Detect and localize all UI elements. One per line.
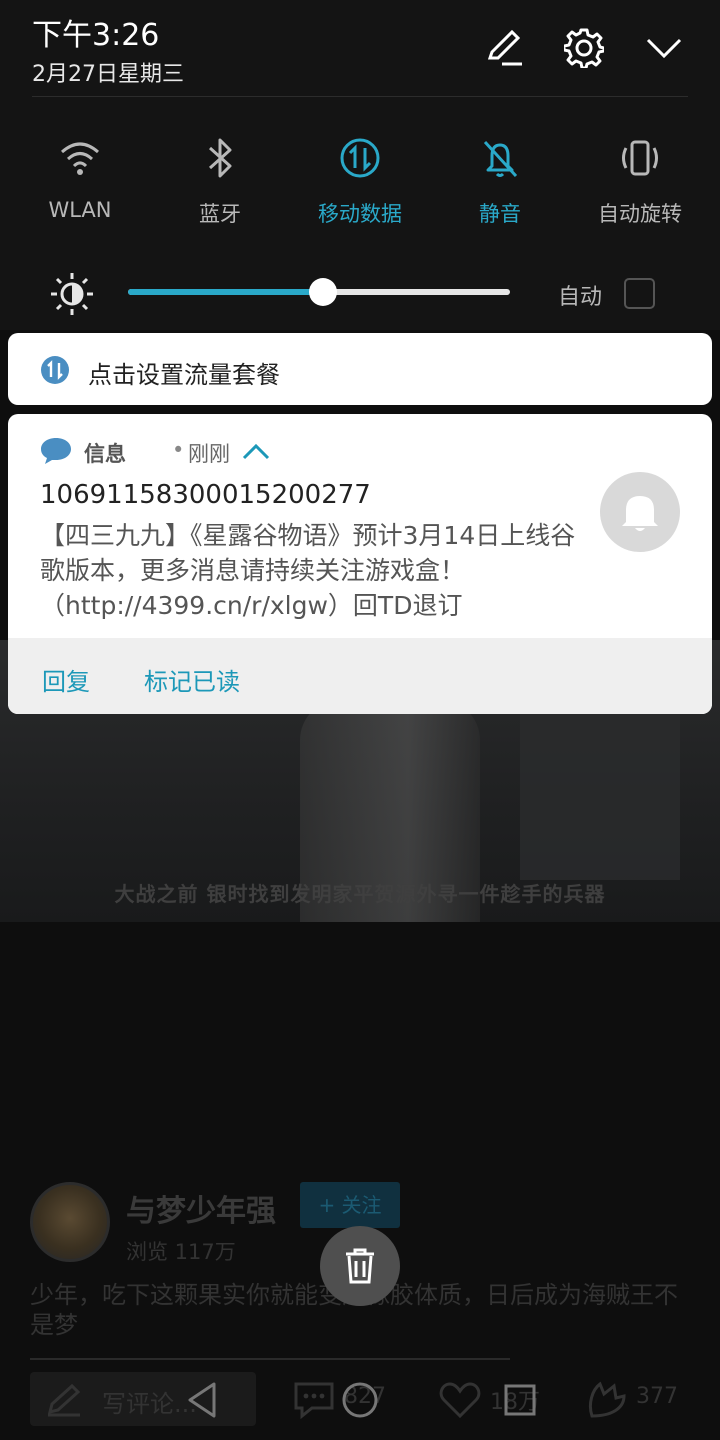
pen-icon	[47, 1383, 81, 1417]
view-count: 浏览 117万	[126, 1240, 236, 1264]
auto-brightness-label: 自动	[558, 285, 603, 310]
header-divider	[32, 96, 688, 97]
auto-brightness-checkbox[interactable]	[624, 278, 655, 309]
tile-mute[interactable]: 静音	[430, 136, 570, 236]
collapse-icon[interactable]	[644, 28, 684, 68]
tile-wlan[interactable]: WLAN	[10, 136, 150, 236]
app-name: 信息	[84, 442, 126, 466]
brightness-icon	[51, 273, 93, 315]
wifi-icon	[61, 142, 99, 175]
share-icon	[588, 1381, 626, 1418]
tile-mobile-data[interactable]: 移动数据	[290, 136, 430, 236]
brightness-fill	[128, 289, 323, 295]
chevron-up-icon[interactable]	[242, 442, 270, 460]
data-plan-text: 点击设置流量套餐	[88, 361, 280, 389]
tile-auto-rotate[interactable]: 自动旋转	[570, 136, 710, 236]
timestamp: 刚刚	[188, 442, 230, 466]
message-notification[interactable]: 信息 • 刚刚 10691158300015200277 【四三九九】《星露谷物…	[8, 414, 712, 714]
tile-label: 静音	[479, 202, 521, 226]
bell-icon	[622, 496, 658, 531]
edit-icon[interactable]	[484, 28, 524, 68]
home-icon[interactable]	[340, 1380, 380, 1420]
brightness-thumb[interactable]	[308, 278, 337, 306]
notification-settings-button[interactable]	[600, 472, 680, 552]
notification-shade: 下午3:26 2月27日星期三 WLAN 蓝牙 移动数据 静音 自动旋转 自动	[0, 0, 720, 330]
notification-actions: 回复 标记已读	[8, 638, 712, 714]
divider	[30, 1358, 510, 1360]
tile-label: 移动数据	[318, 202, 402, 226]
mobile-data-icon	[340, 138, 380, 178]
brightness-slider[interactable]	[128, 278, 510, 306]
message-app-icon	[41, 438, 71, 464]
message-sender: 10691158300015200277	[40, 480, 371, 510]
clear-notifications-button[interactable]	[320, 1226, 400, 1306]
tile-label: 自动旋转	[598, 202, 682, 226]
video-background	[520, 700, 680, 880]
mobile-data-icon	[41, 356, 69, 384]
bluetooth-icon	[208, 138, 232, 178]
settings-icon[interactable]	[564, 28, 604, 68]
video-subtitle: 大战之前 银时找到发明家平贺源外寻一件趁手的兵器	[114, 882, 606, 906]
avatar[interactable]	[30, 1182, 110, 1262]
tile-bluetooth[interactable]: 蓝牙	[150, 136, 290, 236]
follow-button[interactable]: + 关注	[300, 1182, 400, 1228]
share-button[interactable]: 377	[584, 1380, 694, 1420]
mark-read-button[interactable]: 标记已读	[144, 662, 240, 697]
back-icon[interactable]	[182, 1380, 222, 1420]
recents-icon[interactable]	[500, 1380, 540, 1420]
author-name[interactable]: 与梦少年强	[126, 1186, 276, 1230]
comment-input[interactable]: 写评论...	[30, 1372, 256, 1426]
auto-rotate-icon	[622, 140, 658, 176]
reply-button[interactable]: 回复	[42, 662, 90, 697]
date: 2月27日星期三	[32, 62, 184, 87]
clock: 下午3:26	[32, 18, 160, 53]
tile-label: WLAN	[48, 198, 112, 222]
message-body: 【四三九九】《星露谷物语》预计3月14日上线谷歌版本，更多消息请持续关注游戏盒！…	[40, 521, 576, 620]
heart-icon	[439, 1382, 481, 1419]
share-count: 377	[636, 1384, 678, 1409]
data-plan-notification[interactable]: 点击设置流量套餐	[8, 333, 712, 405]
tile-label: 蓝牙	[199, 202, 241, 226]
trash-icon	[346, 1248, 374, 1284]
mute-icon	[483, 140, 518, 178]
separator-dot: •	[172, 438, 185, 462]
comment-icon	[294, 1382, 334, 1420]
